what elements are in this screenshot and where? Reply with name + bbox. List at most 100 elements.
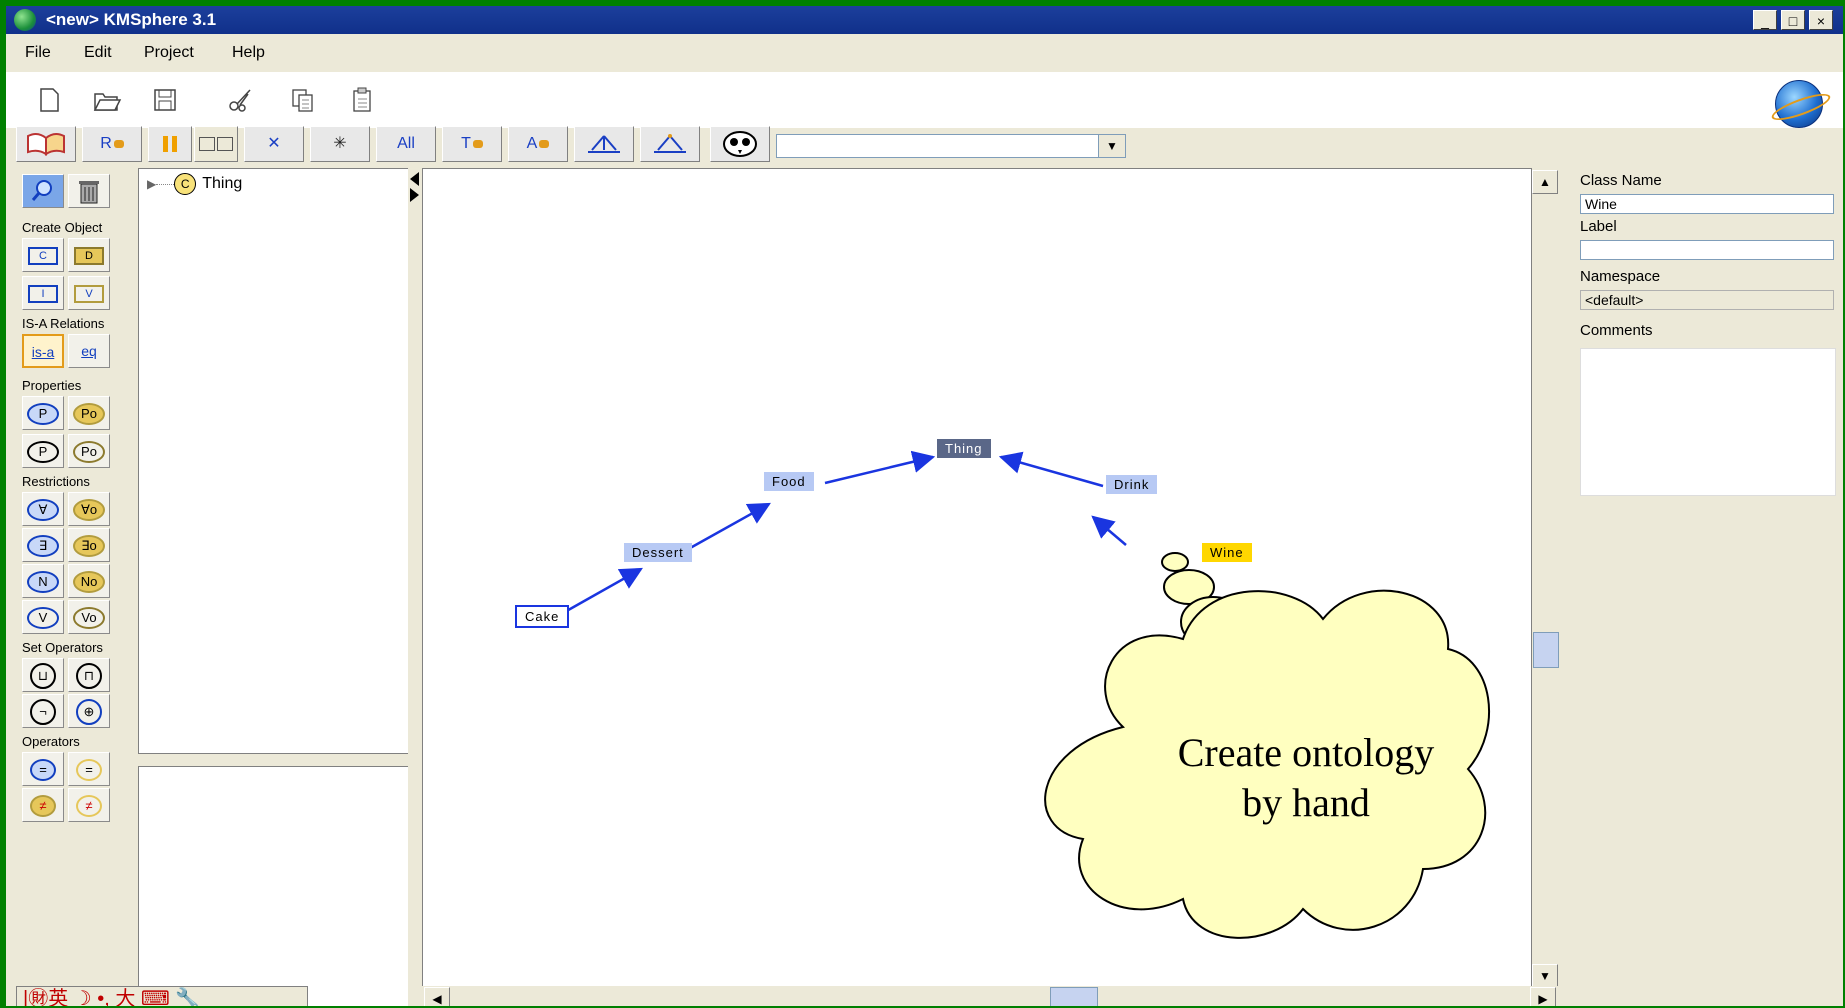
scroll-right-icon[interactable]: ▶ — [1530, 987, 1556, 1006]
forall-restriction-button[interactable]: ∀ — [22, 492, 64, 526]
menu-file[interactable]: File — [25, 44, 51, 62]
attribute-filter-button[interactable]: A — [508, 126, 568, 162]
equivalent-label: eq — [81, 343, 97, 359]
edge-food-thing — [824, 450, 936, 485]
edge-drink-thing — [998, 451, 1104, 488]
exists-data-restriction-button[interactable]: ∃o — [68, 528, 110, 562]
vertical-scrollbar[interactable]: ▲ ▼ — [1532, 168, 1560, 998]
object-property-alt-button[interactable]: P — [22, 434, 64, 468]
magnify-icon[interactable] — [22, 174, 64, 208]
tree-item-thing[interactable]: ▶ C Thing — [147, 173, 242, 195]
menu-help[interactable]: Help — [232, 44, 265, 62]
comments-field[interactable] — [1580, 348, 1836, 496]
cardinality-data-restriction-button[interactable]: No — [68, 564, 110, 598]
web-globe-icon[interactable] — [1775, 80, 1823, 128]
owl-icon[interactable] — [710, 126, 770, 162]
node-wine[interactable]: Wine — [1202, 543, 1252, 562]
tree-layout-icon[interactable] — [574, 126, 634, 162]
expand-icon[interactable]: ✕ — [244, 126, 304, 162]
graph-canvas[interactable]: Thing Food Drink Dessert Wine Cake — [422, 168, 1532, 998]
equals-label: = — [30, 759, 56, 782]
layout-toggle-button[interactable] — [194, 126, 238, 162]
not-equals-data-button[interactable]: ≠ — [68, 788, 110, 822]
save-icon[interactable] — [150, 86, 180, 114]
node-thing[interactable]: Thing — [937, 439, 991, 458]
equals-button[interactable]: = — [22, 752, 64, 786]
label-label: Label — [1580, 218, 1617, 235]
minimize-button[interactable]: _ — [1753, 10, 1777, 30]
datatype-property-label: Po — [73, 403, 105, 426]
union-label: ⊔ — [30, 663, 56, 690]
collapse-right-icon[interactable] — [410, 188, 419, 202]
node-drink[interactable]: Drink — [1106, 475, 1158, 494]
copy-icon[interactable] — [288, 86, 318, 114]
scroll-left-icon[interactable]: ◀ — [424, 987, 450, 1006]
intersection-button[interactable]: ⊓ — [68, 658, 110, 692]
datatype-property-alt-button[interactable]: Po — [68, 434, 110, 468]
scroll-down-icon[interactable]: ▼ — [1532, 964, 1558, 988]
node-cake[interactable]: Cake — [515, 605, 570, 628]
new-file-icon[interactable] — [34, 86, 64, 114]
tree-expand-icon[interactable]: ▶ — [147, 177, 156, 191]
sparkle-icon[interactable]: ✳ — [310, 126, 370, 162]
cardinality-restriction-button[interactable]: N — [22, 564, 64, 598]
open-folder-icon[interactable] — [92, 86, 122, 114]
book-icon[interactable] — [16, 126, 76, 162]
menu-edit[interactable]: Edit — [84, 44, 112, 62]
create-value-button[interactable]: V — [68, 276, 110, 310]
horizontal-scroll-thumb[interactable] — [1050, 987, 1098, 1006]
object-property-button[interactable]: P — [22, 396, 64, 430]
create-datatype-button[interactable]: D — [68, 238, 110, 272]
class-name-field[interactable]: Wine — [1580, 194, 1834, 214]
union-button[interactable]: ⊔ — [22, 658, 64, 692]
forall-data-restriction-button[interactable]: ∀o — [68, 492, 110, 526]
isa-button[interactable]: is-a — [22, 334, 64, 368]
value-data-label: Vo — [73, 607, 105, 630]
value-data-restriction-button[interactable]: Vo — [68, 600, 110, 634]
view-toolbar: R ✕ ✳ All T A ▼ — [16, 124, 1176, 164]
paste-icon[interactable] — [348, 86, 378, 114]
exists-label: ∃ — [27, 535, 59, 558]
scroll-up-icon[interactable]: ▲ — [1532, 170, 1558, 194]
complement-button[interactable]: ¬ — [22, 694, 64, 728]
close-button[interactable]: × — [1809, 10, 1833, 30]
collapse-left-icon[interactable] — [410, 172, 419, 186]
search-combo[interactable]: ▼ — [776, 134, 1126, 158]
chevron-down-icon[interactable]: ▼ — [1098, 135, 1125, 157]
graph-edges — [562, 450, 1490, 939]
enumeration-label: ⊕ — [76, 699, 102, 726]
menu-project[interactable]: Project — [144, 44, 194, 62]
namespace-field[interactable]: <default> — [1580, 290, 1834, 310]
cut-icon[interactable] — [226, 86, 256, 114]
horizontal-scrollbar[interactable]: ◀ ▶ — [422, 986, 1560, 1006]
pause-button[interactable] — [148, 126, 192, 162]
title-bar: <new> KMSphere 3.1 _ □ × — [6, 6, 1843, 34]
create-individual-button[interactable]: I — [22, 276, 64, 310]
set-operators-heading: Set Operators — [22, 640, 103, 655]
create-class-button[interactable]: C — [22, 238, 64, 272]
equals-data-button[interactable]: = — [68, 752, 110, 786]
enumeration-button[interactable]: ⊕ — [68, 694, 110, 728]
trash-icon[interactable] — [68, 174, 110, 208]
edge-wine-drink — [1091, 515, 1127, 546]
splitter[interactable] — [408, 168, 422, 1006]
not-equals-button[interactable]: ≠ — [22, 788, 64, 822]
maximize-button[interactable]: □ — [1781, 10, 1805, 30]
text-filter-button[interactable]: T — [442, 126, 502, 162]
node-dessert[interactable]: Dessert — [624, 543, 692, 562]
equivalent-button[interactable]: eq — [68, 334, 110, 368]
object-palette: Create Object C D I V IS-A Relations is-… — [14, 170, 130, 1006]
ime-toolbar[interactable]: |㊖英 ☽ •, 大 ⌨ 🔧 — [16, 986, 308, 1006]
show-all-button[interactable]: All — [376, 126, 436, 162]
value-restriction-button[interactable]: V — [22, 600, 64, 634]
properties-panel: Class Name Wine Label Namespace <default… — [1574, 168, 1840, 1006]
datatype-property-button[interactable]: Po — [68, 396, 110, 430]
tree-item-label: Thing — [202, 175, 243, 192]
relation-filter-button[interactable]: R — [82, 126, 142, 162]
node-food[interactable]: Food — [764, 472, 814, 491]
vertical-scroll-thumb[interactable] — [1533, 632, 1559, 668]
tree-layout-alt-icon[interactable] — [640, 126, 700, 162]
exists-restriction-button[interactable]: ∃ — [22, 528, 64, 562]
comments-label: Comments — [1580, 322, 1653, 339]
label-field[interactable] — [1580, 240, 1834, 260]
